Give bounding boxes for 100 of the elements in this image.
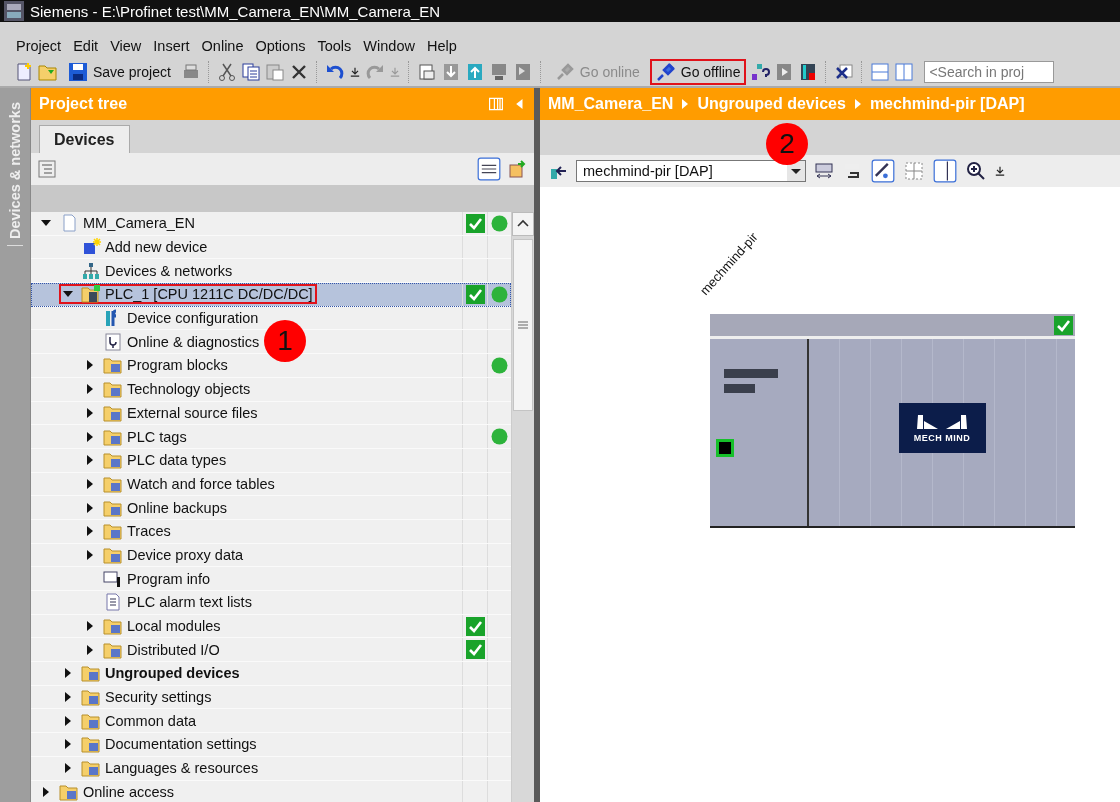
tree-row[interactable]: Traces	[31, 519, 511, 544]
plug-icon	[655, 62, 676, 82]
device-dropdown[interactable]: mechmind-pir [DAP]	[576, 160, 806, 182]
tree-item-label[interactable]: Local modules	[127, 618, 221, 635]
tree-item-label[interactable]: Watch and force tables	[127, 475, 275, 492]
tree-item-label[interactable]: PLC_1 [CPU 1211C DC/DC/DC]	[105, 286, 313, 303]
folder-icon[interactable]	[103, 521, 123, 542]
tree-item-label[interactable]: Traces	[127, 523, 171, 540]
folder-icon[interactable]	[103, 379, 123, 400]
cut-icon[interactable]	[216, 62, 237, 82]
tree-item-label[interactable]: PLC data types	[127, 452, 227, 469]
tree-item-label[interactable]: Technology objects	[127, 381, 251, 398]
tree-row[interactable]: PLC tags	[31, 425, 511, 449]
tree-row[interactable]: External source files	[31, 401, 511, 426]
menu-item[interactable]: Window	[357, 38, 421, 54]
table-view-icon[interactable]	[476, 157, 502, 181]
export-table-icon[interactable]	[508, 159, 528, 179]
search-field[interactable]: <Search in proj	[924, 61, 1055, 83]
tree-item-label[interactable]: Online backups	[127, 499, 227, 516]
tree-item-label[interactable]: MM_Camera_EN	[83, 215, 195, 232]
port-icon[interactable]	[716, 439, 734, 457]
zoom-in-icon[interactable]	[966, 161, 986, 181]
toolbar-button[interactable]: Go offline	[649, 59, 747, 85]
tree-item-label[interactable]: External source files	[127, 404, 258, 421]
folder-icon[interactable]	[103, 355, 123, 376]
view-toggle-icon[interactable]	[870, 159, 896, 183]
folder-icon[interactable]	[81, 758, 101, 779]
network-help-icon[interactable]	[750, 62, 771, 82]
tree-row[interactable]: Technology objects	[31, 377, 511, 402]
menu-item[interactable]: Project	[10, 38, 68, 54]
tree-item-label[interactable]: Security settings	[105, 689, 212, 706]
save-icon	[68, 62, 88, 82]
tree-row[interactable]: PLC_1 [CPU 1211C DC/DC/DC]	[31, 283, 511, 307]
tree-item-label[interactable]: Program blocks	[127, 357, 228, 374]
network-icon[interactable]	[81, 260, 101, 281]
folder-icon[interactable]	[81, 734, 101, 755]
panel-tab[interactable]: Devices	[39, 125, 130, 153]
tree-row[interactable]: MM_Camera_EN	[31, 212, 511, 236]
tree-item-label[interactable]: Devices & networks	[105, 262, 233, 279]
menu-item[interactable]: Tools	[311, 38, 358, 54]
tree-row[interactable]: Add new device	[31, 235, 511, 260]
folder-icon[interactable]	[81, 687, 101, 708]
module-width-icon[interactable]	[814, 161, 834, 181]
new-project-icon[interactable]	[14, 62, 34, 82]
menu-item[interactable]: Online	[195, 38, 250, 54]
tree-row[interactable]: Distributed I/O	[31, 638, 511, 663]
menu-item[interactable]: Help	[420, 38, 463, 54]
folder-icon[interactable]	[103, 616, 123, 637]
tree-row[interactable]: PLC data types	[31, 448, 511, 473]
tree-row[interactable]: Program blocks	[31, 354, 511, 378]
app-logo-icon	[4, 1, 24, 21]
tree-item-label[interactable]: Documentation settings	[105, 736, 257, 753]
dropdown-caret-icon	[787, 161, 805, 181]
tree-item-label[interactable]: Ungrouped devices	[105, 665, 240, 682]
tree-item-label[interactable]: PLC alarm text lists	[127, 594, 252, 611]
tree-item-label[interactable]: Online access	[83, 783, 175, 800]
tree-item-label[interactable]: Program info	[127, 570, 210, 587]
tree-row[interactable]: Documentation settings	[31, 733, 511, 757]
panel-title: Project tree	[39, 95, 129, 113]
scroll-up-button[interactable]	[512, 212, 534, 236]
tree-row[interactable]: PLC alarm text lists	[31, 591, 511, 615]
tree-row[interactable]: Common data	[31, 709, 511, 734]
tree-item-label[interactable]: Device proxy data	[127, 546, 244, 563]
logo-text: MECH MIND	[913, 432, 971, 443]
indicator-bar	[724, 369, 778, 378]
menu-item[interactable]: Options	[249, 38, 312, 54]
tree-row[interactable]: Device configuration	[31, 306, 511, 331]
tree-row[interactable]: Program info	[31, 567, 511, 591]
indicator-bar	[724, 384, 755, 393]
tree-row[interactable]: Security settings	[31, 685, 511, 710]
tree-row[interactable]: Devices & networks	[31, 259, 511, 284]
tree-item-label[interactable]: Device configuration	[127, 310, 259, 327]
overview-panel-icon[interactable]	[932, 159, 958, 183]
tree-row[interactable]: Ungrouped devices	[31, 662, 511, 686]
menu-item[interactable]: Insert	[147, 38, 196, 54]
folder-icon[interactable]	[81, 663, 101, 684]
tree-item-label[interactable]: PLC tags	[127, 428, 187, 445]
menu-item[interactable]: Edit	[67, 38, 105, 54]
copy-icon[interactable]	[240, 62, 261, 82]
toolbar-button[interactable]: Save project	[62, 59, 177, 85]
tree-item-label[interactable]: Add new device	[105, 239, 208, 256]
menu-item[interactable]: View	[104, 38, 148, 54]
tree-item-label[interactable]: Languages & resources	[105, 760, 259, 777]
tree-row[interactable]: Watch and force tables	[31, 472, 511, 497]
dropdown-value: mechmind-pir [DAP]	[583, 163, 713, 179]
logo-mark-icon	[914, 412, 970, 431]
scrollbar-thumb[interactable]	[513, 239, 533, 411]
grip-icon	[518, 321, 528, 329]
device-module[interactable]: MECH MIND	[710, 314, 1075, 528]
folder-icon[interactable]	[103, 450, 123, 471]
diagnostics-icon[interactable]	[103, 331, 123, 352]
tree-item-label[interactable]: Online & diagnostics	[127, 333, 260, 350]
tree-item-label[interactable]: Common data	[105, 712, 197, 729]
tree-row[interactable]: Local modules	[31, 614, 511, 639]
tree-item-label[interactable]: Distributed I/O	[127, 641, 220, 658]
window-title: Siemens - E:\Profinet test\MM_Camera_EN\MM_Camera_EN	[30, 2, 441, 20]
plc-icon[interactable]	[81, 284, 101, 305]
tree-row[interactable]: Device proxy data	[31, 543, 511, 568]
tree-row[interactable]: Online backups	[31, 496, 511, 520]
tree-row[interactable]: Languages & resources	[31, 756, 511, 781]
